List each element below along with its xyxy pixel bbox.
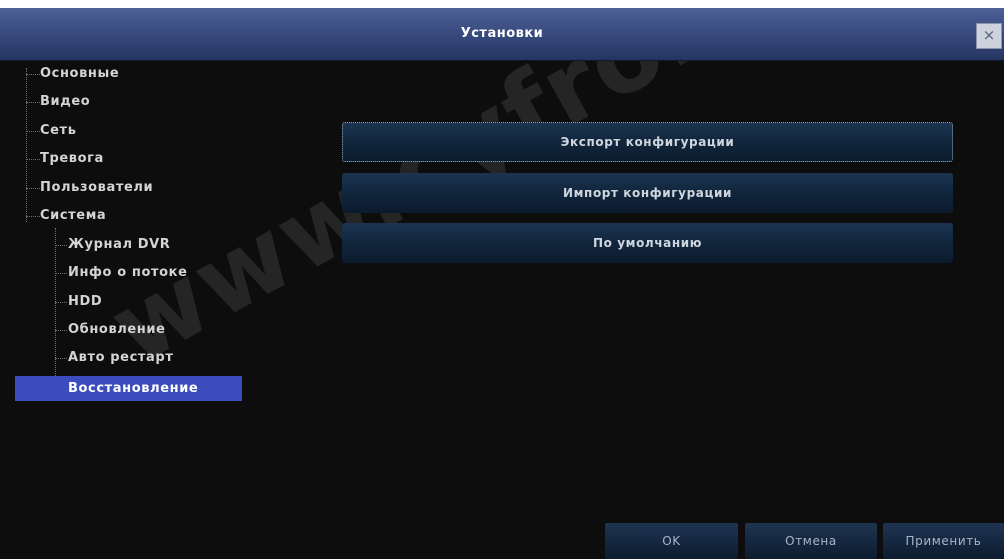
- default-settings-button[interactable]: По умолчанию: [342, 223, 953, 263]
- tree-connector-line: [26, 159, 40, 160]
- close-icon: ×: [982, 26, 996, 44]
- close-button[interactable]: ×: [976, 23, 1002, 49]
- tree-connector-line: [26, 188, 40, 189]
- import-config-button[interactable]: Импорт конфигурации: [342, 173, 953, 213]
- menu-subitem-hdd[interactable]: HDD: [68, 290, 102, 314]
- tree-connector-line: [55, 302, 67, 303]
- tree-connector-line: [55, 330, 67, 331]
- menu-item-basic[interactable]: Основные: [40, 62, 119, 86]
- title-bar: Установки ×: [0, 8, 1004, 61]
- tree-connector-line: [26, 131, 40, 132]
- menu-subitem-stream-info[interactable]: Инфо о потоке: [68, 261, 188, 285]
- menu-item-video[interactable]: Видео: [40, 90, 90, 114]
- menu-item-network[interactable]: Сеть: [40, 119, 77, 143]
- menu-subitem-auto-restart[interactable]: Авто рестарт: [68, 346, 173, 370]
- menu-item-users[interactable]: Пользователи: [40, 176, 153, 200]
- export-config-button[interactable]: Экспорт конфигурации: [342, 122, 953, 162]
- tree-connector-line: [26, 216, 40, 217]
- window-title: Установки: [460, 26, 544, 41]
- ok-button[interactable]: OK: [605, 523, 738, 559]
- apply-button[interactable]: Применить: [883, 523, 1004, 559]
- menu-subitem-restore[interactable]: Восстановление: [15, 376, 242, 401]
- menu-item-alarm[interactable]: Тревога: [40, 147, 104, 171]
- menu-subitem-update[interactable]: Обновление: [68, 318, 166, 342]
- tree-connector-line: [26, 102, 40, 103]
- tree-connector-line: [55, 358, 67, 359]
- menu-subitem-restore-label: Восстановление: [68, 381, 199, 396]
- menu-item-system[interactable]: Система: [40, 204, 106, 228]
- tree-connector-line: [26, 68, 27, 222]
- settings-window: www.cyfron.ru Установки × Основные Видео…: [0, 8, 1004, 559]
- tree-connector-line: [55, 228, 56, 390]
- cancel-button[interactable]: Отмена: [745, 523, 877, 559]
- menu-subitem-dvr-log[interactable]: Журнал DVR: [68, 233, 170, 257]
- tree-connector-line: [55, 245, 67, 246]
- settings-menu-tree: Основные Видео Сеть Тревога Пользователи…: [0, 60, 300, 480]
- tree-connector-line: [26, 74, 40, 75]
- tree-connector-line: [55, 273, 67, 274]
